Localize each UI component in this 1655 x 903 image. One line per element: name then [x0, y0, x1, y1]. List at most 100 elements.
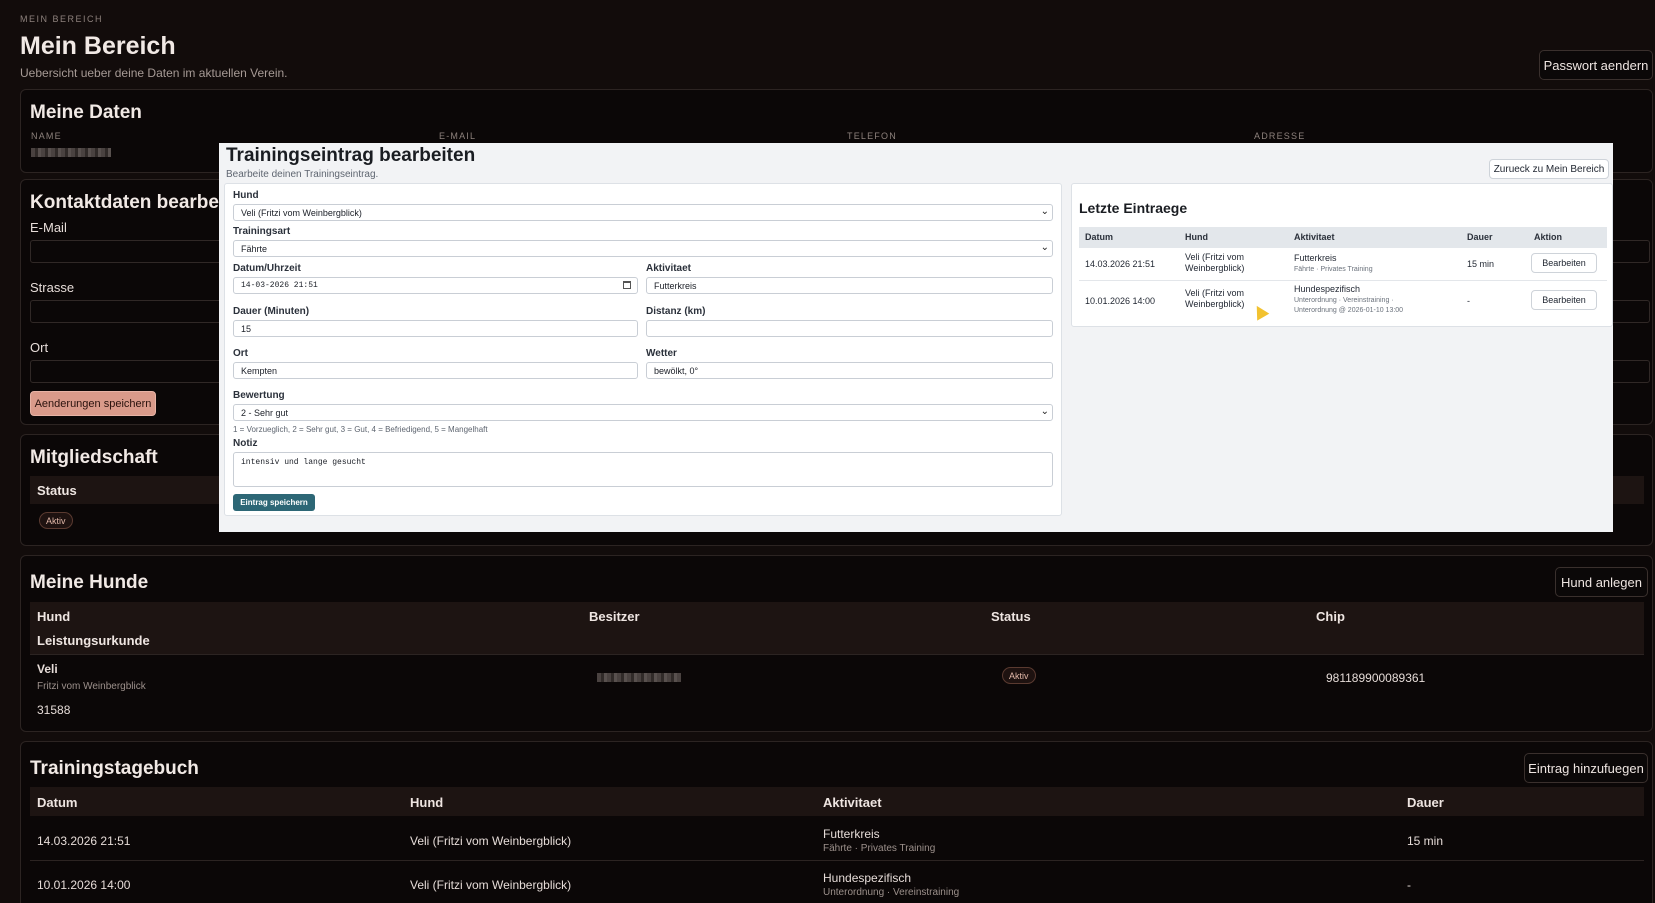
page-title: Mein Bereich	[20, 32, 176, 60]
recent-row-2-activity-sub: Unterordnung · Vereinstraining ·	[1294, 297, 1394, 304]
membership-title: Mitgliedschaft	[30, 447, 158, 468]
place-label: Ort	[233, 348, 248, 359]
datetime-label: Datum/Uhrzeit	[233, 263, 301, 274]
recent-row-2-dog-line1: Veli (Fritzi vom	[1185, 288, 1245, 298]
page-eyebrow: MEIN BEREICH	[20, 14, 104, 24]
contact-email-label: E-Mail	[30, 220, 67, 235]
contact-city-label: Ort	[30, 340, 49, 355]
recent-header-date: Datum	[1085, 232, 1114, 242]
diary-header-activity: Aktivitaet	[823, 795, 882, 810]
activity-input[interactable]: Futterkreis	[646, 277, 1053, 294]
datetime-input[interactable]: 14-03-2026 21:51	[233, 277, 638, 294]
dogs-header-chip: Chip	[1316, 609, 1345, 624]
distance-input[interactable]	[646, 320, 1053, 337]
dogs-header-certificate: Leistungsurkunde	[37, 633, 150, 648]
activity-value: Futterkreis	[654, 280, 697, 291]
diary-row-2-activity-sub: Unterordnung · Vereinstraining	[823, 887, 960, 898]
recent-header-activity: Aktivitaet	[1294, 232, 1335, 242]
contact-street-label: Strasse	[30, 280, 75, 295]
recent-header-duration: Dauer	[1467, 232, 1493, 242]
place-input[interactable]: Kempten	[233, 362, 638, 379]
place-value: Kempten	[241, 365, 278, 376]
datetime-value: 14-03-2026 21:51	[241, 281, 318, 290]
add-dog-button[interactable]: Hund anlegen	[1555, 567, 1648, 597]
phone-label: TELEFON	[847, 131, 897, 141]
diary-header-dog: Hund	[410, 795, 444, 810]
my-data-title: Meine Daten	[30, 102, 142, 123]
recent-row-2-dog-line2: Weinbergblick)	[1185, 299, 1245, 309]
save-contact-button[interactable]: Aenderungen speichern	[30, 391, 156, 416]
diary-row-divider	[30, 860, 1644, 861]
diary-row-1-date: 14.03.2026 21:51	[37, 834, 131, 848]
recent-row-2-edit-button[interactable]: Bearbeiten	[1531, 290, 1597, 310]
diary-row-1-activity: Futterkreis	[823, 827, 880, 841]
duration-input[interactable]: 15	[233, 320, 638, 337]
dogs-title: Meine Hunde	[30, 572, 149, 593]
diary-card: Trainingstagebuch Eintrag hinzufuegen Da…	[20, 741, 1653, 903]
recent-row-1-dog-line1: Veli (Fritzi vom	[1185, 252, 1245, 262]
dogs-header-divider	[30, 654, 1644, 655]
recent-entries-header: Datum Hund Aktivitaet Dauer Aktion	[1079, 227, 1607, 248]
rating-hint: 1 = Vorzueglich, 2 = Sehr gut, 3 = Gut, …	[233, 425, 488, 434]
change-password-button[interactable]: Passwort aendern	[1539, 50, 1653, 80]
training-type-select[interactable]: Fährte ⌄	[233, 240, 1053, 257]
dog-status-badge: Aktiv	[1002, 667, 1036, 684]
dog-name: Veli	[37, 662, 58, 676]
training-entry-form: Hund Veli (Fritzi vom Weinbergblick) ⌄ T…	[224, 183, 1062, 516]
weather-input[interactable]: bewölkt, 0°	[646, 362, 1053, 379]
recent-row-2-activity: Hundespezifisch	[1294, 284, 1361, 294]
save-entry-button[interactable]: Eintrag speichern	[233, 494, 315, 511]
name-value-redacted	[31, 148, 111, 157]
address-label: ADRESSE	[1254, 131, 1306, 141]
dogs-header-owner: Besitzer	[589, 609, 640, 624]
membership-status-badge: Aktiv	[39, 512, 73, 529]
recent-row-1-activity: Futterkreis	[1294, 253, 1337, 263]
recent-entries-title: Letzte Eintraege	[1079, 200, 1188, 216]
dog-select-label: Hund	[233, 190, 259, 201]
training-type-label: Trainingsart	[233, 226, 291, 237]
diary-row-1-dog: Veli (Fritzi vom Weinbergblick)	[410, 834, 572, 848]
weather-value: bewölkt, 0°	[654, 365, 699, 376]
recent-row-2-activity-sub2: Unterordnung @ 2026-01-10 13:00	[1294, 307, 1404, 314]
dogs-table-header: Hund Besitzer Status Chip Leistungsurkun…	[30, 602, 1644, 654]
diary-title: Trainingstagebuch	[30, 758, 199, 779]
back-to-my-area-button[interactable]: Zurueck zu Mein Bereich	[1489, 159, 1609, 179]
recent-row-1-duration: 15 min	[1467, 259, 1495, 269]
modal-subtitle: Bearbeite deinen Trainingseintrag.	[226, 169, 379, 180]
dogs-header-dog: Hund	[37, 609, 71, 624]
dogs-card: Meine Hunde Hund anlegen Hund Besitzer S…	[20, 555, 1653, 732]
name-label: NAME	[31, 131, 62, 141]
add-entry-button[interactable]: Eintrag hinzufuegen	[1524, 753, 1648, 783]
dog-select[interactable]: Veli (Fritzi vom Weinbergblick) ⌄	[233, 204, 1053, 221]
recent-row-2-date: 10.01.2026 14:00	[1085, 296, 1156, 306]
duration-value: 15	[241, 323, 252, 334]
calendar-icon[interactable]	[623, 281, 631, 289]
recent-row-1-date: 14.03.2026 21:51	[1085, 259, 1156, 269]
recent-row-1-edit-button[interactable]: Bearbeiten	[1531, 253, 1597, 273]
recent-row-2-duration: -	[1467, 296, 1470, 306]
modal-title: Trainingseintrag bearbeiten	[226, 145, 476, 166]
dog-owner-redacted	[597, 673, 681, 682]
dog-select-value: Veli (Fritzi vom Weinbergblick)	[241, 207, 362, 218]
diary-row-2-activity: Hundespezifisch	[823, 871, 912, 885]
rating-label: Bewertung	[233, 390, 285, 401]
duration-label: Dauer (Minuten)	[233, 306, 310, 317]
diary-header-date: Datum	[37, 795, 78, 810]
recent-row-divider	[1079, 280, 1607, 281]
recent-header-action: Aktion	[1534, 232, 1562, 242]
training-type-value: Fährte	[241, 243, 268, 254]
chevron-down-icon: ⌄	[1040, 242, 1049, 253]
diary-table-header: Datum Hund Aktivitaet Dauer	[30, 787, 1644, 816]
dog-full-name: Fritzi vom Weinbergblick	[37, 681, 146, 692]
page-subtitle: Uebersicht ueber deine Daten im aktuelle…	[20, 66, 288, 80]
activity-label: Aktivitaet	[646, 263, 692, 274]
recent-row-1-dog-line2: Weinbergblick)	[1185, 263, 1245, 273]
diary-row-2-duration: -	[1407, 878, 1411, 892]
diary-header-duration: Dauer	[1407, 795, 1444, 810]
weather-label: Wetter	[646, 348, 677, 359]
distance-label: Distanz (km)	[646, 306, 706, 317]
chevron-down-icon: ⌄	[1040, 206, 1049, 217]
rating-select[interactable]: 2 - Sehr gut ⌄	[233, 404, 1053, 421]
note-textarea[interactable]: intensiv und lange gesucht	[233, 452, 1053, 487]
diary-row-2-dog: Veli (Fritzi vom Weinbergblick)	[410, 878, 572, 892]
